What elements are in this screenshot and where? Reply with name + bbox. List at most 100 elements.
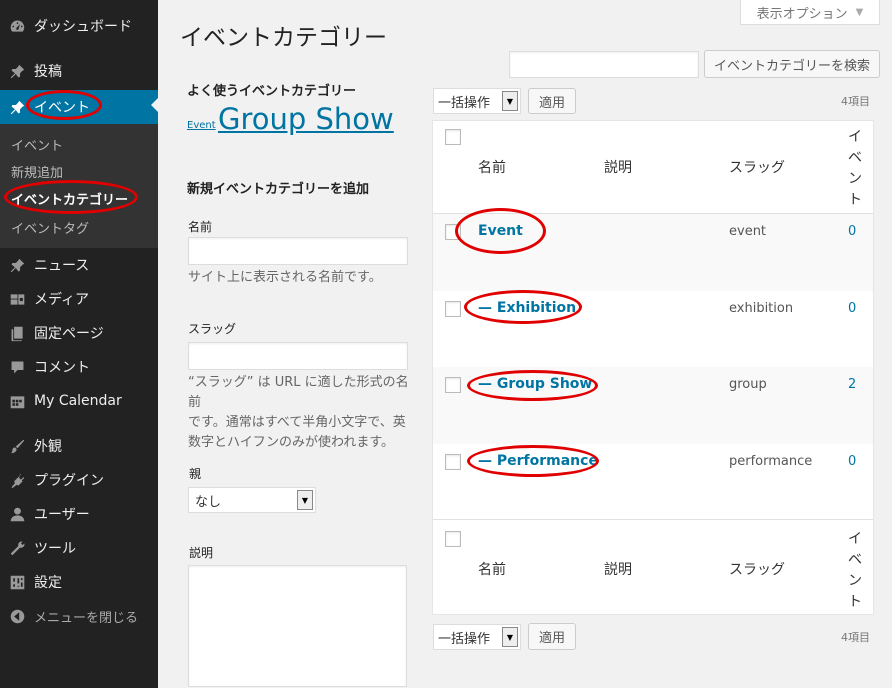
row-checkbox[interactable] (445, 377, 461, 393)
row-checkbox[interactable] (445, 301, 461, 317)
sidebar-item-label: プラグイン (34, 473, 104, 489)
category-count-link[interactable]: 0 (848, 301, 856, 316)
submenu-item-event-categories[interactable]: イベントカテゴリー (11, 189, 128, 208)
tag-cloud-link[interactable]: Event (187, 120, 216, 131)
category-name-link[interactable]: — Exhibition (478, 300, 576, 316)
category-slug: exhibition (729, 301, 794, 316)
popular-categories-heading: よく使うイベントカテゴリー (187, 84, 357, 99)
description-textarea[interactable] (188, 565, 407, 687)
column-footer-name[interactable]: 名前 (478, 559, 506, 579)
name-label: 名前 (188, 220, 213, 234)
sidebar-item-label: ユーザー (34, 507, 90, 523)
description-label: 説明 (189, 546, 214, 560)
column-header-char: ベ (848, 150, 862, 166)
sidebar-item-label: イベント (34, 100, 90, 116)
parent-select[interactable]: なし ▼ (188, 487, 316, 513)
screen-options-button[interactable]: 表示オプション ▼ (740, 0, 880, 25)
sidebar-item-label: コメント (34, 360, 90, 376)
settings-icon (7, 572, 27, 592)
caret-down-icon: ▼ (855, 6, 864, 18)
divider (433, 519, 873, 520)
category-name-link[interactable]: — Group Show (478, 376, 592, 392)
search-input[interactable] (509, 51, 699, 78)
column-footer-description[interactable]: 説明 (604, 559, 632, 579)
sidebar-item-posts[interactable]: 投稿 (0, 56, 158, 86)
name-field[interactable] (188, 237, 408, 265)
category-count-link[interactable]: 2 (848, 377, 856, 392)
items-count-top: 4項目 (841, 95, 870, 108)
column-footer-char: イ (848, 531, 862, 547)
bulk-action-value: 一括操作 (438, 631, 491, 647)
collapse-icon (7, 606, 27, 626)
slug-label: スラッグ (188, 322, 237, 336)
select-all-checkbox-footer[interactable] (445, 531, 461, 547)
apply-button-top[interactable]: 適用 (528, 88, 576, 114)
category-slug: event (729, 224, 767, 239)
name-description: サイト上に表示される名前です。 (188, 270, 382, 285)
sidebar-item-tools[interactable]: ツール (0, 533, 158, 563)
sidebar-item-label: メニューを閉じる (34, 610, 139, 626)
category-slug: performance (729, 454, 813, 469)
column-footer-count[interactable]: イ ベ ン ト (845, 529, 865, 613)
column-header-description[interactable]: 説明 (604, 157, 632, 177)
column-header-char: イ (848, 129, 862, 145)
category-name-link[interactable]: — Performance (478, 453, 598, 469)
slug-field[interactable] (188, 342, 408, 370)
column-footer-char: ン (848, 573, 862, 589)
column-header-count[interactable]: イ ベ ン ト (845, 127, 865, 211)
column-header-char: ト (848, 192, 862, 208)
sidebar-item-label: ツール (34, 541, 76, 557)
sidebar-item-plugins[interactable]: プラグイン (0, 465, 158, 495)
category-name-link[interactable]: Event (478, 223, 523, 239)
sidebar-item-label: 投稿 (34, 64, 62, 80)
sidebar-item-users[interactable]: ユーザー (0, 499, 158, 529)
bulk-action-select-bottom[interactable]: 一括操作 ▼ (433, 624, 521, 650)
column-footer-char: ベ (848, 552, 862, 568)
sidebar-item-label: 固定ページ (34, 326, 104, 342)
slug-description: “スラッグ” は URL に適した形式の名前 です。通常はすべて半角小文字で、英… (188, 373, 418, 453)
sidebar-item-media[interactable]: メディア (0, 284, 158, 314)
brush-icon (7, 436, 27, 456)
dashboard-icon (7, 16, 27, 36)
select-all-checkbox[interactable] (445, 129, 461, 145)
parent-label: 親 (189, 467, 202, 481)
sidebar-item-pages[interactable]: 固定ページ (0, 318, 158, 348)
sidebar-item-events[interactable]: イベント (0, 90, 158, 124)
submenu-item-event-tags[interactable]: イベントタグ (11, 218, 89, 237)
sidebar-item-appearance[interactable]: 外観 (0, 431, 158, 461)
dropdown-arrow-icon: ▼ (297, 490, 313, 510)
bulk-action-value: 一括操作 (438, 95, 491, 111)
dropdown-arrow-icon: ▼ (502, 627, 518, 647)
column-header-char: ン (848, 171, 862, 187)
admin-sidebar: ダッシュボード 投稿 イベント イベント 新規追加 イベントカテゴリー イベント… (0, 0, 158, 688)
sidebar-item-dashboard[interactable]: ダッシュボード (0, 11, 158, 41)
search-categories-button[interactable]: イベントカテゴリーを検索 (704, 50, 880, 78)
column-header-slug[interactable]: スラッグ (729, 157, 785, 177)
category-count-link[interactable]: 0 (848, 224, 856, 239)
bulk-action-select-top[interactable]: 一括操作 ▼ (433, 88, 521, 114)
submenu-item-add-new[interactable]: 新規追加 (11, 162, 63, 181)
sidebar-item-my-calendar[interactable]: My Calendar (0, 386, 158, 416)
tag-cloud-link[interactable]: Group Show (218, 102, 394, 136)
row-checkbox[interactable] (445, 224, 461, 240)
calendar-icon (7, 391, 27, 411)
plugin-icon (7, 470, 27, 490)
sidebar-item-news[interactable]: ニュース (0, 250, 158, 280)
add-category-heading: 新規イベントカテゴリーを追加 (187, 182, 370, 197)
sidebar-item-label: My Calendar (34, 393, 122, 409)
dropdown-arrow-icon: ▼ (502, 91, 518, 111)
apply-button-bottom[interactable]: 適用 (528, 623, 576, 650)
collapse-menu-button[interactable]: メニューを閉じる (0, 601, 158, 631)
submenu-item-events[interactable]: イベント (11, 135, 63, 154)
category-count-link[interactable]: 0 (848, 454, 856, 469)
screen-options-label: 表示オプション (756, 6, 848, 22)
parent-select-value: なし (195, 494, 222, 510)
column-footer-slug[interactable]: スラッグ (729, 559, 785, 579)
sidebar-item-settings[interactable]: 設定 (0, 567, 158, 597)
column-header-name[interactable]: 名前 (478, 157, 506, 177)
slug-description-line: 数字とハイフンのみが使われます。 (188, 435, 395, 450)
row-checkbox[interactable] (445, 454, 461, 470)
sidebar-item-comments[interactable]: コメント (0, 352, 158, 382)
slug-description-line: です。通常はすべて半角小文字で、英 (188, 415, 406, 430)
events-submenu: イベント 新規追加 イベントカテゴリー イベントタグ (0, 124, 158, 248)
